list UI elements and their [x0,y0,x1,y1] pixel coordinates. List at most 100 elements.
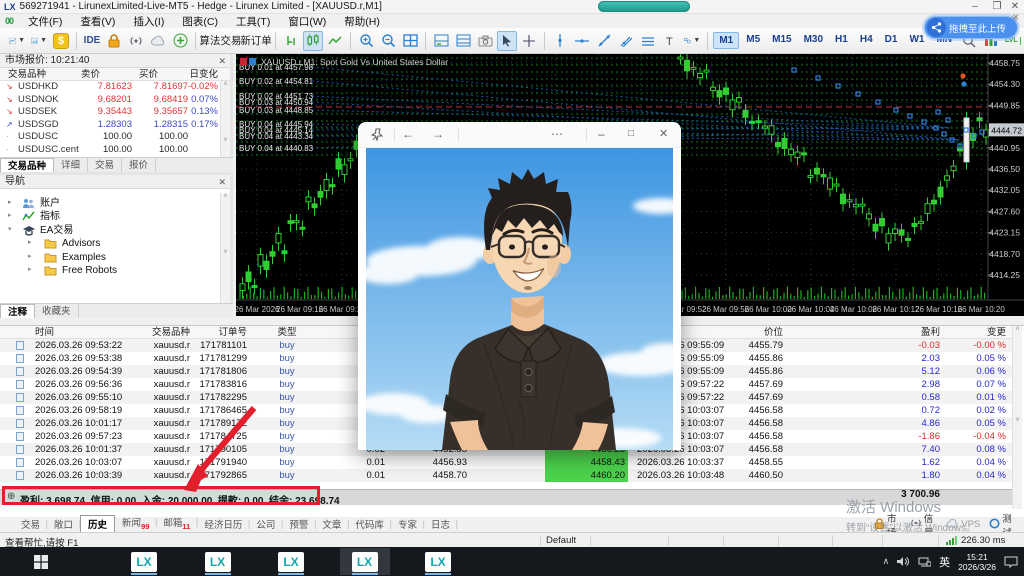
status-profile[interactable]: Default [546,535,576,546]
candlestick-chart-button[interactable] [303,30,324,51]
history-row-171791940[interactable]: 2026.03.26 10:03:07 xauusd.r 171791940 buy 0… [0,456,1012,469]
history-col-1[interactable]: 交易品种 [120,326,190,339]
menu-item-1[interactable]: 查看(V) [71,14,124,29]
toolbox-tab-交易[interactable]: 交易 | [14,516,48,532]
mw-row-USDHKD[interactable]: ↘ USDHKD 7.81623 7.81697 -0.02% [0,81,222,94]
expand-icon[interactable]: ▸ [28,252,32,260]
add-robot-button[interactable] [170,31,190,51]
zoom-out-button[interactable] [378,31,398,51]
new-order-button[interactable]: 新订单 [239,31,272,51]
toolbox-tab-公司[interactable]: 公司 | [249,516,283,532]
expand-icon[interactable]: ▸ [28,238,32,246]
menu-item-4[interactable]: 工具(T) [227,14,279,29]
tray-chevron-icon[interactable]: ∧ [883,556,890,567]
badge-close-icon[interactable]: ✕ [1012,12,1020,23]
crosshair-tool-button[interactable] [519,31,539,51]
toolbox-tab-敞口[interactable]: 敞口| [47,516,81,532]
mw-row-USDSGD[interactable]: ↗ USDSGD 1.28303 1.28315 0.17% [0,119,222,132]
history-row-171792865[interactable]: 2026.03.26 10:03:39 xauusd.r 171792865 buy 0… [0,469,1012,482]
ide-button[interactable]: IDE [82,31,102,51]
taskbar-app-lx-3[interactable]: LX [339,548,390,575]
timeframe-d1[interactable]: D1 [880,32,903,49]
photo-viewer-window[interactable]: ← → ⋯ – □ ✕ [358,122,681,450]
mw-tab-交易品种[interactable]: 交易品种 [0,158,55,172]
expand-icon[interactable]: ▸ [28,265,32,273]
text-tool-button[interactable]: T [660,31,680,51]
taskbar-app-lx-1[interactable]: LX [193,548,243,575]
taskbar-app-lx-0[interactable]: LX [119,548,169,575]
mw-col-3[interactable]: 日变化 [148,68,218,81]
nav-tab-注释[interactable]: 注释 [0,304,36,318]
history-scrollbar[interactable]: ˄ ˅ [1012,326,1022,509]
timeframe-m5[interactable]: M5 [741,32,765,49]
close-icon[interactable]: ✕ [218,54,226,68]
history-col-9[interactable]: 价位 [713,326,783,339]
mw-row-USDUSC.cent[interactable]: · USDUSC.cent 100.00 100.00 [0,144,222,157]
pin-icon[interactable] [371,128,384,141]
indicator-window-add-button[interactable] [431,31,451,51]
timeframe-m15[interactable]: M15 [767,32,796,49]
market-watch-header[interactable]: 交易品种 卖价 买价 日变化 [0,68,230,81]
history-col-3[interactable]: 类型 [262,326,312,339]
toolbox-tab-历史[interactable]: 历史 [80,515,116,532]
timeframe-h4[interactable]: H4 [855,32,878,49]
chart-profile-button[interactable]: ▼ [29,31,49,51]
forward-icon[interactable]: → [432,127,444,141]
mw-tab-交易[interactable]: 交易 [88,158,123,172]
mw-row-USDUSC[interactable]: · USDUSC 100.00 100.00 [0,131,222,144]
toolbox-tab-经济日历[interactable]: 经济日历 | [197,516,250,532]
signals-button[interactable] [126,31,146,51]
toolbox-tab-代码库[interactable]: 代码库 | [348,516,392,532]
algo-trading-button[interactable]: 算法交易 [199,31,241,51]
taskbar-app-lx-4[interactable]: LX [413,548,463,575]
vertical-line-tool-button[interactable] [550,31,570,51]
menu-item-2[interactable]: 插入(I) [124,14,173,29]
upload-dropzone-badge[interactable]: 拖拽至此上传 [924,16,1018,39]
expand-icon[interactable]: ▸ [8,211,12,219]
history-col-11[interactable]: 变更 [926,326,1006,339]
menu-item-0[interactable]: 文件(F) [19,14,71,29]
deposit-button[interactable]: $ [51,31,71,51]
mw-tab-详细[interactable]: 详细 [54,158,89,172]
equidistant-lines-tool-button[interactable] [638,31,658,51]
window-minimize-button[interactable]: – [964,0,986,14]
maximize-icon[interactable]: □ [628,128,634,139]
timeframe-m30[interactable]: M30 [799,32,828,49]
toolbox-tab-日志[interactable]: 日志 | [424,516,458,532]
mw-row-USDSEK[interactable]: ↘ USDSEK 9.35443 9.35657 0.13% [0,106,222,119]
cursor-tool-button[interactable] [497,30,518,51]
shapes-tool-button[interactable]: ▼ [682,31,702,51]
service-button-VPS[interactable]: VPS [946,518,980,531]
market-lock-button[interactable] [104,31,124,51]
ime-indicator[interactable]: 英 [939,554,950,570]
timeframe-m1[interactable]: M1 [713,32,740,49]
mw-tab-报价[interactable]: 报价 [122,158,157,172]
cloud-button[interactable] [148,31,168,51]
network-icon[interactable] [918,556,932,567]
toolbox-tab-文章[interactable]: 文章 | [315,516,349,532]
photo-viewer-titlebar[interactable]: ← → ⋯ – □ ✕ [358,122,681,148]
tick-chart-button[interactable] [281,31,301,51]
horizontal-line-tool-button[interactable] [572,31,592,51]
toolbox-tab-邮箱[interactable]: 邮箱11 | [156,514,198,532]
toolbox-tab-新闻[interactable]: 新闻99 | [115,514,157,532]
collapse-icon[interactable]: ▾ [8,225,12,233]
trendline-tool-button[interactable] [594,31,614,51]
taskbar-clock[interactable]: 15:21 2026/3/26 [958,552,996,572]
close-icon[interactable]: ✕ [218,175,226,189]
expand-icon[interactable]: ▸ [8,198,12,206]
toolbox-tab-专家[interactable]: 专家 | [391,516,425,532]
close-icon[interactable]: ✕ [659,127,668,140]
screenshot-button[interactable] [475,31,495,51]
minimize-icon[interactable]: – [598,127,605,141]
zoom-in-button[interactable] [356,31,376,51]
menu-item-3[interactable]: 图表(C) [173,14,227,29]
menu-item-6[interactable]: 帮助(H) [335,14,389,29]
indicator-window-remove-button[interactable] [453,31,473,51]
tile-windows-button[interactable] [400,31,420,51]
timeframe-h1[interactable]: H1 [830,32,853,49]
notification-icon[interactable] [1004,556,1018,568]
history-col-2[interactable]: 订单号 [187,326,247,339]
channel-tool-button[interactable] [616,31,636,51]
chart-type-button[interactable]: ▼ [7,31,27,51]
